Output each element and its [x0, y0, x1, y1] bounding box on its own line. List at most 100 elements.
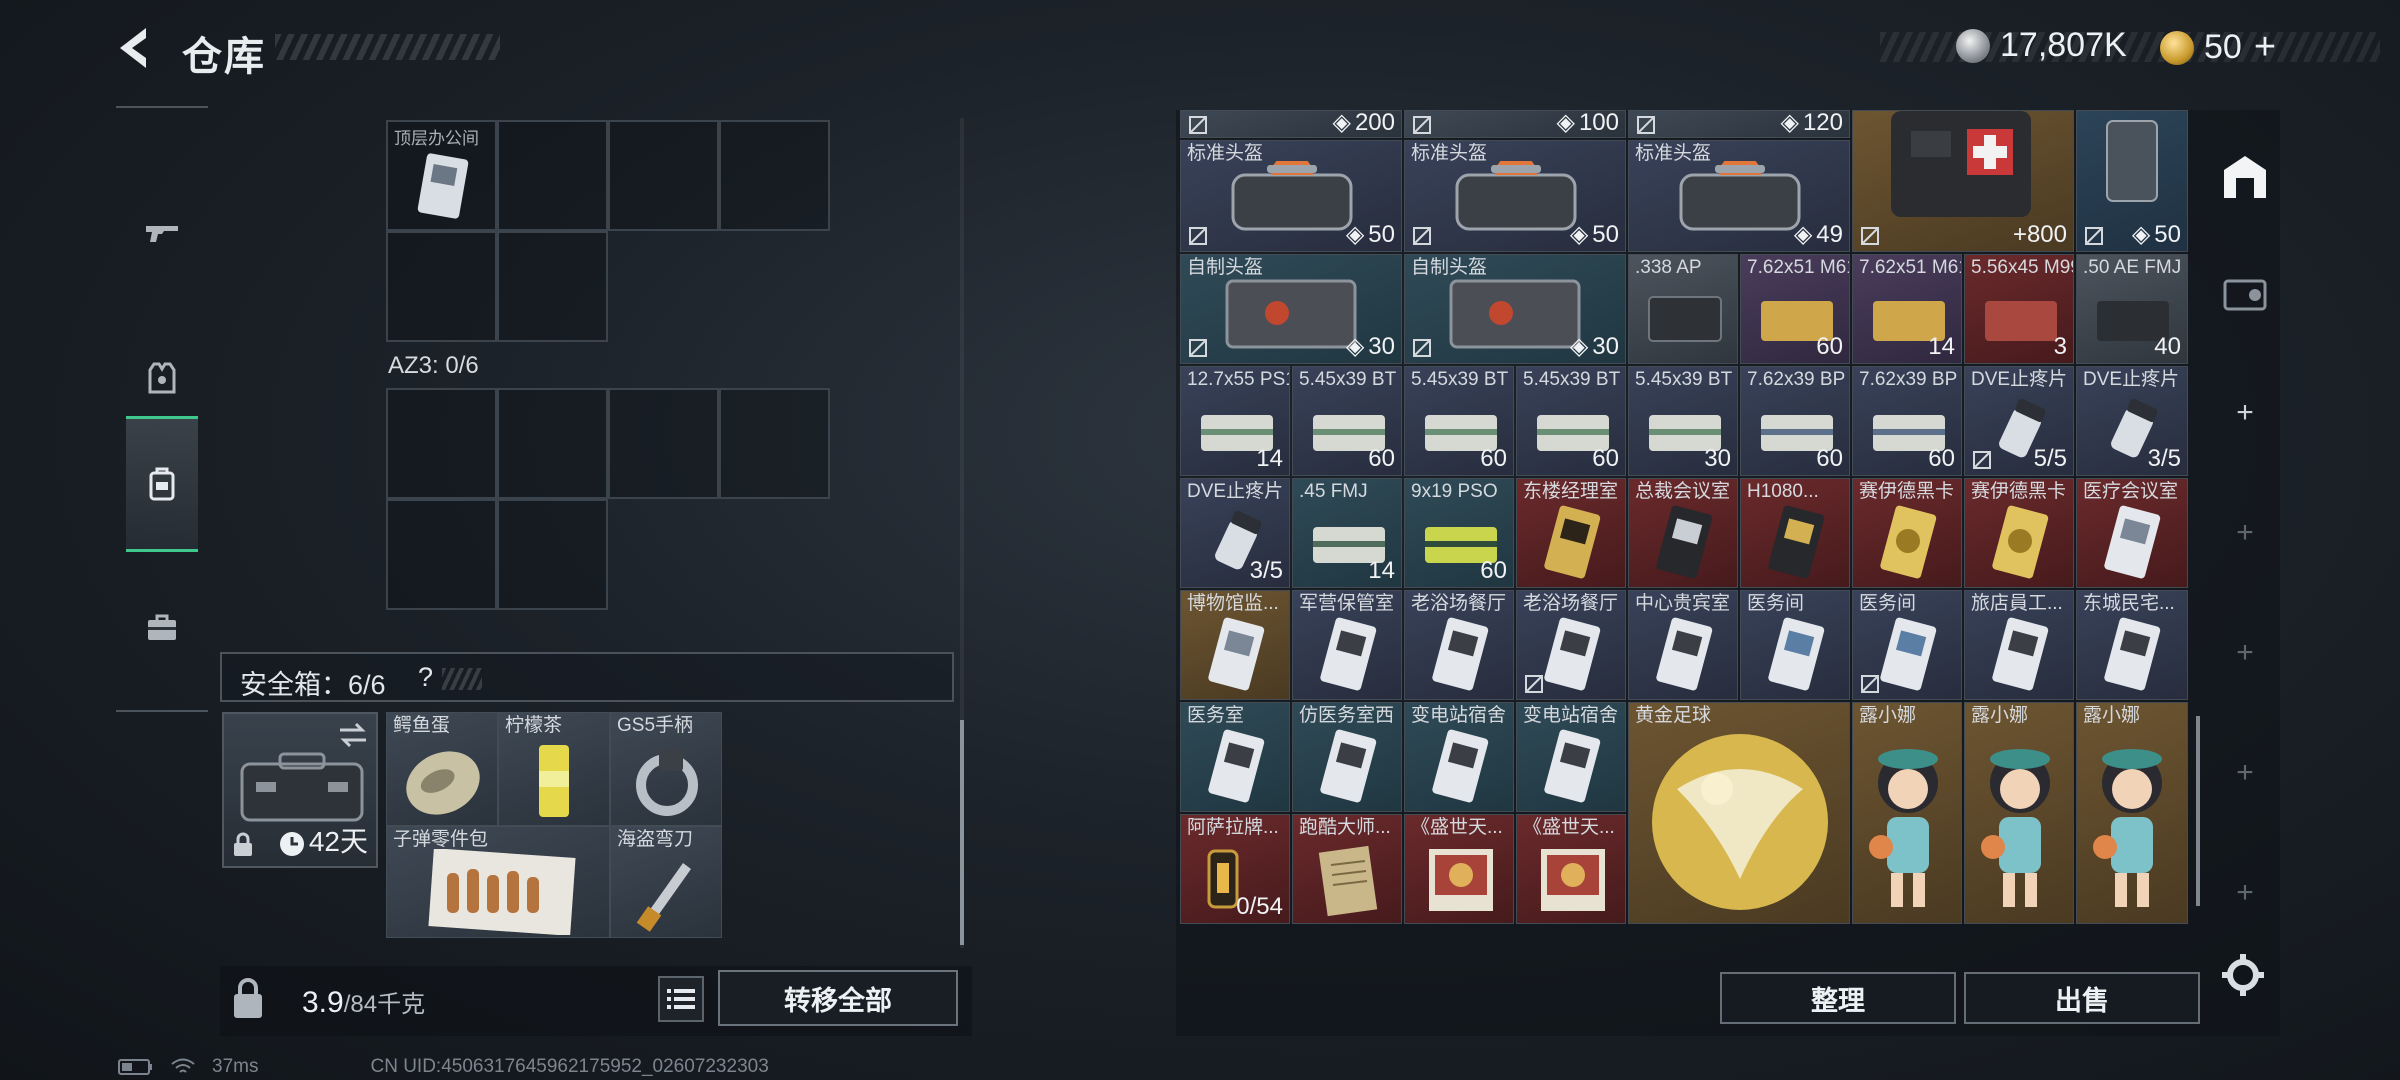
inventory-item-ammo[interactable]: .45 FMJ 14 — [1292, 478, 1402, 588]
grid-slot[interactable] — [386, 499, 497, 610]
inventory-item-collectible[interactable]: 《盛世天... — [1404, 814, 1514, 924]
list-icon — [667, 989, 695, 1009]
sort-button[interactable]: 整理 — [1720, 972, 1956, 1024]
safe-item-crocodile-egg[interactable]: 鳄鱼蛋 — [386, 712, 498, 826]
locked-warehouse-tab[interactable]: + — [2218, 866, 2272, 920]
inventory-item-keycard[interactable]: 医务间 — [1852, 590, 1962, 700]
inventory-item[interactable]: 标准头盔 ◈ 50 — [1404, 140, 1626, 252]
armor-value: 120 — [1802, 110, 1843, 136]
inventory-item[interactable]: ◈ 50 — [2076, 110, 2188, 252]
inventory-item[interactable]: 自制头盔 ◈ 30 — [1180, 254, 1402, 364]
locked-warehouse-tab[interactable]: + — [2218, 506, 2272, 560]
warehouse-ticket-tab[interactable] — [2218, 268, 2272, 322]
inventory-item-keycard[interactable]: 赛伊德黑卡 — [1964, 478, 2074, 588]
back-arrow-icon — [120, 28, 146, 68]
inventory-item-painkiller[interactable]: DVE止疼片 3/5 — [2076, 366, 2188, 476]
inventory-item-keycard[interactable]: 旅店員工... — [1964, 590, 2074, 700]
inventory-item-keycard[interactable]: 军营保管室 — [1292, 590, 1402, 700]
item-name: 顶层办公间 — [394, 129, 479, 148]
back-button[interactable] — [112, 22, 162, 78]
inventory-item-ammo[interactable]: 7.62x39 BP 60 — [1740, 366, 1850, 476]
inventory-item[interactable]: 标准头盔 ◈ 49 — [1628, 140, 1850, 252]
inventory-item-figure[interactable]: 露小娜 — [2076, 702, 2188, 924]
inventory-item-ammo[interactable]: .338 AP — [1628, 254, 1738, 364]
inventory-item[interactable]: 标准头盔 ◈ 50 — [1180, 140, 1402, 252]
grid-slot[interactable] — [386, 231, 497, 342]
inventory-item-partial[interactable]: ◈ 120 — [1628, 110, 1850, 138]
inventory-item-golden-football[interactable]: 黄金足球 — [1628, 702, 1850, 924]
safe-item-lemon-tea[interactable]: 柠檬茶 — [498, 712, 610, 826]
inventory-item-keycard[interactable]: 医务间 — [1740, 590, 1850, 700]
inventory-item-partial[interactable]: ◈ 200 — [1180, 110, 1402, 138]
swap-icon[interactable] — [338, 722, 368, 748]
inventory-item-painkiller[interactable]: DVE止疼片 3/5 — [1180, 478, 1290, 588]
inventory-item-keycard[interactable]: 东城民宅... — [2076, 590, 2188, 700]
grid-slot[interactable] — [497, 388, 608, 499]
warehouse-main-tab[interactable] — [2218, 150, 2272, 204]
grid-slot[interactable] — [386, 388, 497, 499]
inventory-item-ammo[interactable]: 5.56x45 M995 3 — [1964, 254, 2074, 364]
inventory-item-figure[interactable]: 露小娜 — [1964, 702, 2074, 924]
inventory-item-keycard[interactable]: 中心贵宾室 — [1628, 590, 1738, 700]
grid-slot[interactable] — [608, 388, 719, 499]
inventory-item-keycard[interactable]: 变电站宿舍 — [1516, 702, 1626, 812]
inventory-item-keycard[interactable]: H1080... — [1740, 478, 1850, 588]
grid-slot[interactable] — [719, 120, 830, 231]
locked-warehouse-tab[interactable]: + — [2218, 746, 2272, 800]
gold-currency[interactable]: 50 + — [2160, 26, 2276, 69]
inventory-item-ammo[interactable]: 7.62x51 M61 60 — [1740, 254, 1850, 364]
inventory-item[interactable]: 自制头盔 ◈ 30 — [1404, 254, 1626, 364]
inventory-item-figure[interactable]: 露小娜 — [1852, 702, 1962, 924]
add-warehouse-tab-button[interactable]: + — [2218, 386, 2272, 440]
inventory-item-ammo[interactable]: .50 AE FMJ 40 — [2076, 254, 2188, 364]
inventory-item-ammo[interactable]: 5.45x39 BT 30 — [1628, 366, 1738, 476]
settings-button[interactable] — [2218, 950, 2268, 1000]
inventory-item-collectible[interactable]: 跑酷大师... — [1292, 814, 1402, 924]
inventory-item-keycard[interactable]: 老浴场餐厅 — [1516, 590, 1626, 700]
inventory-item-painkiller[interactable]: DVE止疼片 5/5 — [1964, 366, 2074, 476]
grid-slot[interactable] — [497, 120, 608, 231]
grid-slot[interactable] — [608, 120, 719, 231]
inventory-item-collectible[interactable]: 阿萨拉牌... 0/54 — [1180, 814, 1290, 924]
grid-slot[interactable] — [497, 231, 608, 342]
inventory-item-partial[interactable]: ◈ 100 — [1404, 110, 1626, 138]
inventory-item-keycard[interactable]: 老浴场餐厅 — [1404, 590, 1514, 700]
inventory-item-keycard[interactable]: 东楼经理室 — [1516, 478, 1626, 588]
inventory-item-medkit[interactable]: +800 — [1852, 110, 2074, 252]
inventory-item-ammo[interactable]: 5.45x39 BT 60 — [1516, 366, 1626, 476]
transfer-all-button[interactable]: 转移全部 — [718, 970, 958, 1026]
safe-days-remaining: 42天 — [308, 826, 368, 857]
inventory-item-keycard[interactable]: 变电站宿舍 — [1404, 702, 1514, 812]
inventory-item-keycard[interactable]: 医疗会议室 — [2076, 478, 2188, 588]
grid-slot[interactable]: 顶层办公间 — [386, 120, 497, 231]
inventory-item-ammo[interactable]: 5.45x39 BT 60 — [1292, 366, 1402, 476]
list-view-button[interactable] — [658, 976, 704, 1022]
sell-button[interactable]: 出售 — [1964, 972, 2200, 1024]
inventory-item-ammo[interactable]: 5.45x39 BT 60 — [1404, 366, 1514, 476]
item-name: 变电站宿舍 — [1411, 705, 1507, 726]
safe-help-button[interactable]: ? — [418, 662, 433, 693]
grid-slot[interactable] — [497, 499, 608, 610]
add-currency-button[interactable]: + — [2254, 26, 2276, 69]
locked-warehouse-tab[interactable]: + — [2218, 626, 2272, 680]
weight-lock-button[interactable] — [228, 976, 268, 1022]
nav-case-tab[interactable] — [126, 560, 198, 696]
nav-weapon-tab[interactable] — [126, 164, 198, 300]
inventory-item-ammo[interactable]: 12.7x55 PS12 14 — [1180, 366, 1290, 476]
inventory-item-keycard[interactable]: 医务室 — [1180, 702, 1290, 812]
safe-item-bullet-parts[interactable]: 子弹零件包 — [386, 826, 610, 938]
safe-item-pirate-knife[interactable]: 海盗弯刀 — [610, 826, 722, 938]
inventory-item-collectible[interactable]: 《盛世天... — [1516, 814, 1626, 924]
inventory-item-ammo[interactable]: 7.62x51 M61 14 — [1852, 254, 1962, 364]
safe-item-gs5-controller[interactable]: GS5手柄 — [610, 712, 722, 826]
safe-box-case[interactable]: 42天 — [222, 712, 378, 868]
grid-slot[interactable] — [719, 388, 830, 499]
inventory-item-keycard[interactable]: 仿医务室西 — [1292, 702, 1402, 812]
inventory-item-keycard[interactable]: 赛伊德黑卡 — [1852, 478, 1962, 588]
storage-scrollbar[interactable] — [960, 720, 964, 945]
nav-backpack-tab[interactable] — [126, 416, 198, 552]
inventory-item-keycard[interactable]: 博物馆监... — [1180, 590, 1290, 700]
inventory-item-ammo[interactable]: 9x19 PSO 60 — [1404, 478, 1514, 588]
inventory-item-ammo[interactable]: 7.62x39 BP 60 — [1852, 366, 1962, 476]
inventory-item-keycard[interactable]: 总裁会议室 — [1628, 478, 1738, 588]
